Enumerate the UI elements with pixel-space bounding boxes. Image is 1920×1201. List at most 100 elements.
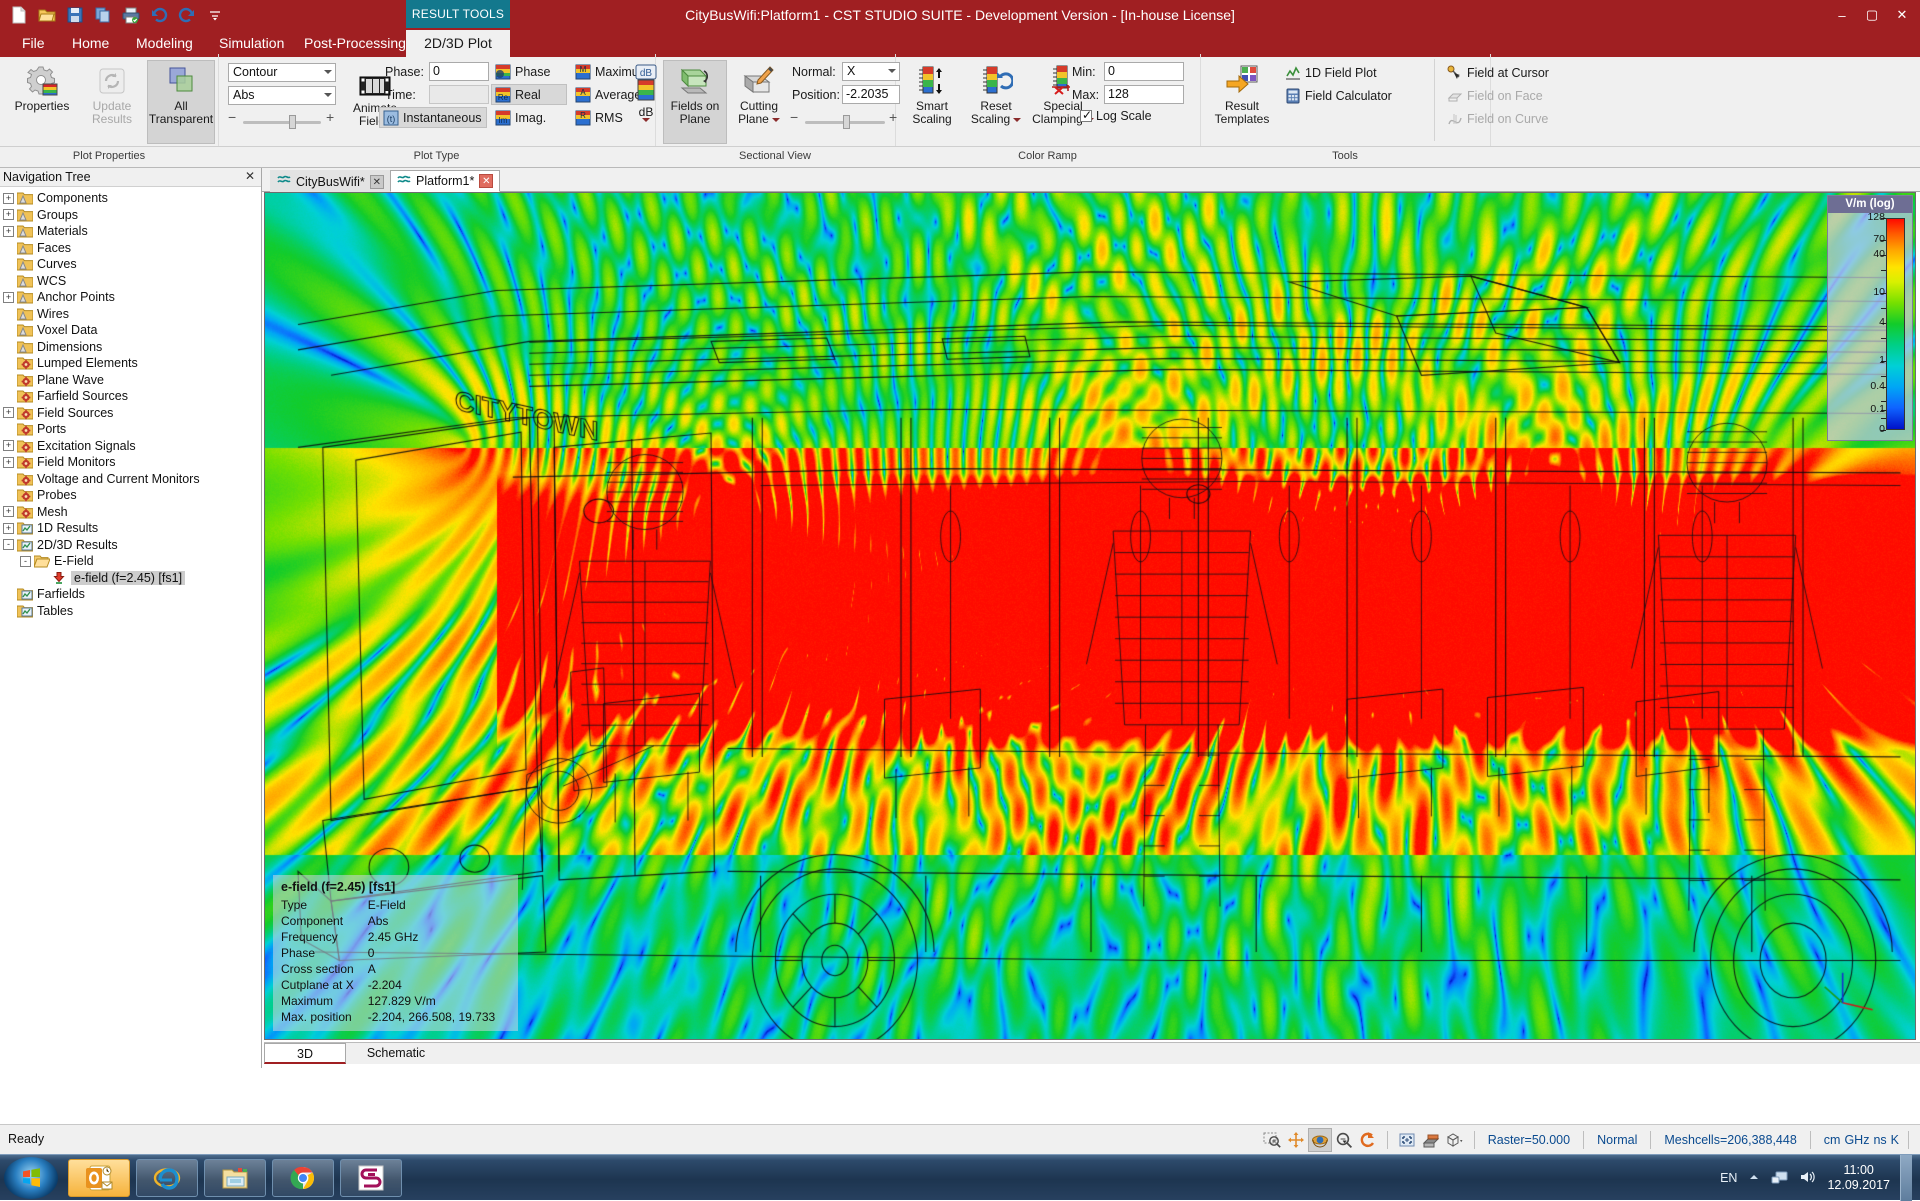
min-input[interactable]: 0 bbox=[1104, 62, 1184, 81]
tree-item-components[interactable]: +Components bbox=[3, 190, 261, 207]
tree-item-2d-3d-results[interactable]: -2D/3D Results bbox=[3, 537, 261, 554]
tree-item-farfields[interactable]: Farfields bbox=[3, 586, 261, 603]
tab-post-processing[interactable]: Post-Processing bbox=[290, 30, 420, 57]
slider-knob[interactable] bbox=[843, 115, 850, 129]
field-at-cursor-button[interactable]: Field at Cursor bbox=[1444, 63, 1564, 82]
open-icon[interactable] bbox=[36, 4, 58, 26]
cutting-plane-button[interactable]: Cutting Plane bbox=[730, 61, 788, 143]
tree-item-curves[interactable]: Curves bbox=[3, 256, 261, 273]
max-input[interactable]: 128 bbox=[1104, 85, 1184, 104]
normal-label[interactable]: Normal bbox=[1591, 1133, 1643, 1147]
collapse-icon[interactable]: - bbox=[20, 556, 31, 567]
minimize-button[interactable]: – bbox=[1828, 4, 1856, 26]
tree-item-anchor-points[interactable]: +Anchor Points bbox=[3, 289, 261, 306]
raster-label[interactable]: Raster=50.000 bbox=[1482, 1133, 1576, 1147]
expand-icon[interactable]: + bbox=[3, 226, 14, 237]
zoom-icon[interactable] bbox=[1332, 1128, 1356, 1152]
show-desktop-button[interactable] bbox=[1900, 1155, 1912, 1201]
animate-fields-button[interactable]: Animate Fields bbox=[344, 71, 406, 143]
undo-icon[interactable] bbox=[148, 4, 170, 26]
position-input[interactable]: -2.2035 bbox=[842, 85, 900, 104]
chevron-down-icon[interactable] bbox=[642, 118, 650, 122]
tree-item-tables[interactable]: Tables bbox=[3, 603, 261, 620]
reset-scaling-label-2-row[interactable]: Scaling bbox=[971, 113, 1021, 126]
taskbar-outlook-icon[interactable] bbox=[68, 1159, 130, 1197]
taskbar-cst-icon[interactable] bbox=[340, 1159, 402, 1197]
print-icon[interactable] bbox=[120, 4, 142, 26]
doc-tab-platform1[interactable]: Platform1* ✕ bbox=[390, 170, 500, 192]
expand-icon[interactable]: + bbox=[3, 292, 14, 303]
tree-item-mesh[interactable]: +Mesh bbox=[3, 504, 261, 521]
tab-simulation[interactable]: Simulation bbox=[205, 30, 298, 57]
close-icon[interactable]: ✕ bbox=[479, 174, 493, 188]
expand-icon[interactable]: + bbox=[3, 506, 14, 517]
navigation-tree[interactable]: +Components+Groups+MaterialsFacesCurvesW… bbox=[3, 190, 261, 1068]
collapse-icon[interactable]: - bbox=[3, 539, 14, 550]
reset-view-icon[interactable] bbox=[1356, 1128, 1380, 1152]
taskbar-internet-explorer-icon[interactable] bbox=[136, 1159, 198, 1197]
tree-item-plane-wave[interactable]: Plane Wave bbox=[3, 372, 261, 389]
tab-home[interactable]: Home bbox=[58, 30, 123, 57]
fields-on-plane-button[interactable]: Fields on Plane bbox=[664, 61, 726, 143]
tree-item-excitation-signals[interactable]: +Excitation Signals bbox=[3, 438, 261, 455]
tree-item-voxel-data[interactable]: Voxel Data bbox=[3, 322, 261, 339]
slider-knob[interactable] bbox=[289, 115, 296, 129]
instantaneous-toggle[interactable]: (t) Instantaneous bbox=[380, 108, 486, 127]
system-tray[interactable]: EN 11:00 12.09.2017 bbox=[1720, 1155, 1920, 1201]
expand-icon[interactable]: + bbox=[3, 193, 14, 204]
close-button[interactable]: ✕ bbox=[1888, 4, 1916, 26]
tree-item-wires[interactable]: Wires bbox=[3, 306, 261, 323]
chevron-down-icon[interactable] bbox=[888, 69, 896, 73]
imag-toggle[interactable]: Im Imag. bbox=[492, 108, 566, 127]
tree-item-faces[interactable]: Faces bbox=[3, 240, 261, 257]
new-icon[interactable] bbox=[8, 4, 30, 26]
network-icon[interactable] bbox=[1771, 1169, 1789, 1188]
chevron-down-icon[interactable] bbox=[324, 70, 332, 74]
tree-item-ports[interactable]: Ports bbox=[3, 421, 261, 438]
chevron-down-icon[interactable] bbox=[1013, 118, 1021, 122]
tree-item-field-sources[interactable]: +Field Sources bbox=[3, 405, 261, 422]
maximize-button[interactable]: ▢ bbox=[1858, 4, 1886, 26]
expand-icon[interactable]: + bbox=[3, 523, 14, 534]
tree-item-e-field-f-2-45-fs1[interactable]: e-field (f=2.45) [fs1] bbox=[3, 570, 261, 587]
tab-modeling[interactable]: Modeling bbox=[122, 30, 207, 57]
status-bar-right[interactable]: Raster=50.000 Normal Meshcells=206,388,4… bbox=[1260, 1125, 1916, 1155]
tree-item-materials[interactable]: +Materials bbox=[3, 223, 261, 240]
save-icon[interactable] bbox=[64, 4, 86, 26]
quick-access-toolbar[interactable] bbox=[8, 2, 226, 28]
unit-time[interactable]: ns bbox=[1871, 1133, 1888, 1147]
view-tab-3d[interactable]: 3D bbox=[264, 1043, 346, 1064]
customize-icon[interactable] bbox=[204, 4, 226, 26]
tree-item-lumped-elements[interactable]: Lumped Elements bbox=[3, 355, 261, 372]
tree-item-dimensions[interactable]: Dimensions bbox=[3, 339, 261, 356]
taskbar-chrome-icon[interactable] bbox=[272, 1159, 334, 1197]
1d-field-plot-button[interactable]: 1D Field Plot bbox=[1282, 63, 1402, 82]
expand-icon[interactable]: + bbox=[3, 457, 14, 468]
properties-button[interactable]: Properties bbox=[10, 61, 74, 143]
taskbar-explorer-icon[interactable] bbox=[204, 1159, 266, 1197]
cutting-plane-label-2-row[interactable]: Plane bbox=[738, 113, 780, 126]
field-calculator-button[interactable]: Field Calculator bbox=[1282, 86, 1422, 105]
phase-toggle[interactable]: Phase bbox=[492, 62, 566, 81]
language-indicator[interactable]: EN bbox=[1720, 1171, 1737, 1185]
normal-combo[interactable]: X bbox=[842, 62, 900, 81]
3d-field-view[interactable]: V/m (log) 128704010410.40.10 e-field (f=… bbox=[264, 192, 1916, 1040]
tree-item-wcs[interactable]: WCS bbox=[3, 273, 261, 290]
copy-icon[interactable] bbox=[92, 4, 114, 26]
tab-2d-3d-plot[interactable]: 2D/3D Plot bbox=[406, 30, 510, 57]
checkbox-icon[interactable] bbox=[1080, 110, 1092, 122]
plot-mode-combo[interactable]: Contour bbox=[228, 63, 336, 82]
clock[interactable]: 11:00 12.09.2017 bbox=[1827, 1163, 1890, 1193]
result-templates-button[interactable]: Result Templates bbox=[1208, 61, 1276, 143]
tab-file[interactable]: File bbox=[8, 30, 59, 57]
tree-item-probes[interactable]: Probes bbox=[3, 487, 261, 504]
component-combo[interactable]: Abs bbox=[228, 86, 336, 105]
show-hidden-icons-icon[interactable] bbox=[1747, 1170, 1761, 1187]
fit-view-icon[interactable] bbox=[1395, 1128, 1419, 1152]
close-icon[interactable]: ✕ bbox=[370, 175, 384, 189]
unit-temperature[interactable]: K bbox=[1889, 1133, 1901, 1147]
redo-icon[interactable] bbox=[176, 4, 198, 26]
unit-frequency[interactable]: GHz bbox=[1842, 1133, 1871, 1147]
position-slider[interactable] bbox=[805, 115, 885, 129]
smart-scaling-button[interactable]: Smart Scaling bbox=[902, 61, 962, 143]
